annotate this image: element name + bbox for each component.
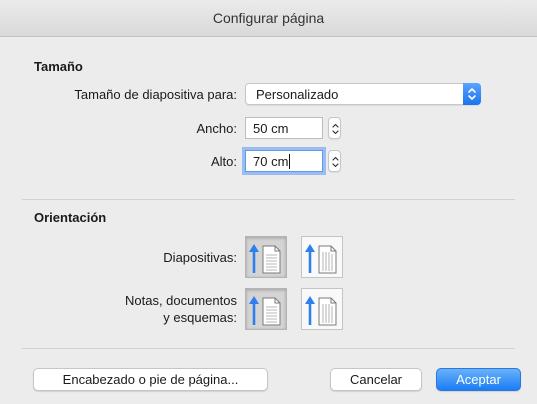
notes-label-line1: Notas, documentos [124,293,237,308]
cancel-button[interactable]: Cancelar [330,368,422,391]
height-value: 70 cm [253,154,289,169]
size-section-title: Tamaño [34,59,83,74]
slide-size-label: Tamaño de diapositiva para: [74,87,237,102]
slides-orientation-label: Diapositivas: [163,250,237,265]
accept-button[interactable]: Aceptar [436,368,521,391]
text-caret [289,154,291,169]
slides-portrait-button[interactable] [245,236,287,278]
notes-orientation-label: Notas, documentos y esquemas: [125,292,237,326]
width-value: 50 cm [253,121,289,136]
slides-landscape-button[interactable] [301,236,343,278]
section-divider [22,199,515,200]
height-stepper[interactable] [328,150,341,172]
notes-portrait-button[interactable] [245,288,287,330]
portrait-orientation-icon [249,244,281,274]
height-input[interactable]: 70 cm [245,150,323,172]
dialog-title: Configurar página [212,10,325,26]
width-input[interactable]: 50 cm [245,117,323,139]
stepper-arrows-icon [332,156,339,168]
landscape-orientation-icon [305,244,337,274]
notes-landscape-button[interactable] [301,288,343,330]
section-divider [22,348,515,349]
portrait-orientation-icon [249,296,281,326]
header-footer-button[interactable]: Encabezado o pie de página... [33,368,268,391]
chevron-updown-icon [463,83,481,105]
height-label: Alto: [210,154,237,169]
orientation-section-title: Orientación [34,210,107,225]
notes-label-line2: y esquemas: [163,310,237,325]
slide-size-value: Personalizado [256,87,339,102]
width-label: Ancho: [196,121,237,136]
page-setup-dialog: Tamaño Tamaño de diapositiva para: Perso… [0,38,537,404]
slide-size-select[interactable]: Personalizado [245,83,481,105]
stepper-arrows-icon [332,123,339,135]
dialog-title-bar: Configurar página [0,0,537,37]
width-stepper[interactable] [328,117,341,139]
landscape-orientation-icon [305,296,337,326]
